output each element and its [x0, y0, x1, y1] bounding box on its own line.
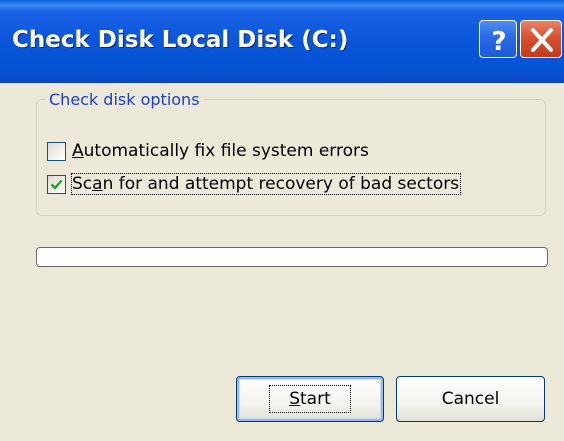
- scan-bad-sectors-checkbox[interactable]: [47, 174, 66, 194]
- group-label: Check disk options: [49, 90, 200, 109]
- close-icon: [531, 28, 553, 52]
- close-button[interactable]: [520, 20, 562, 58]
- check-disk-dialog: Check Disk Local Disk (C:) ? Check disk …: [0, 0, 564, 441]
- window-title: Check Disk Local Disk (C:): [12, 27, 349, 53]
- progress-bar: [36, 247, 548, 267]
- question-mark-icon: ?: [491, 27, 506, 57]
- scan-bad-sectors-option[interactable]: Scan for and attempt recovery of bad sec…: [47, 171, 462, 197]
- help-button[interactable]: ?: [479, 20, 517, 58]
- auto-fix-checkbox[interactable]: [47, 141, 66, 161]
- auto-fix-option[interactable]: Automatically fix file system errors: [47, 138, 369, 164]
- cancel-button-label: Cancel: [441, 389, 500, 409]
- scan-bad-sectors-label: Scan for and attempt recovery of bad sec…: [70, 173, 462, 195]
- title-bar[interactable]: Check Disk Local Disk (C:) ?: [0, 0, 564, 83]
- svg-text:?: ?: [491, 27, 506, 57]
- cancel-button[interactable]: Cancel: [396, 376, 545, 422]
- start-button-label: Start: [269, 385, 351, 413]
- check-mark-icon: [50, 179, 63, 190]
- auto-fix-label: Automatically fix file system errors: [72, 141, 369, 161]
- start-button[interactable]: Start: [236, 376, 384, 422]
